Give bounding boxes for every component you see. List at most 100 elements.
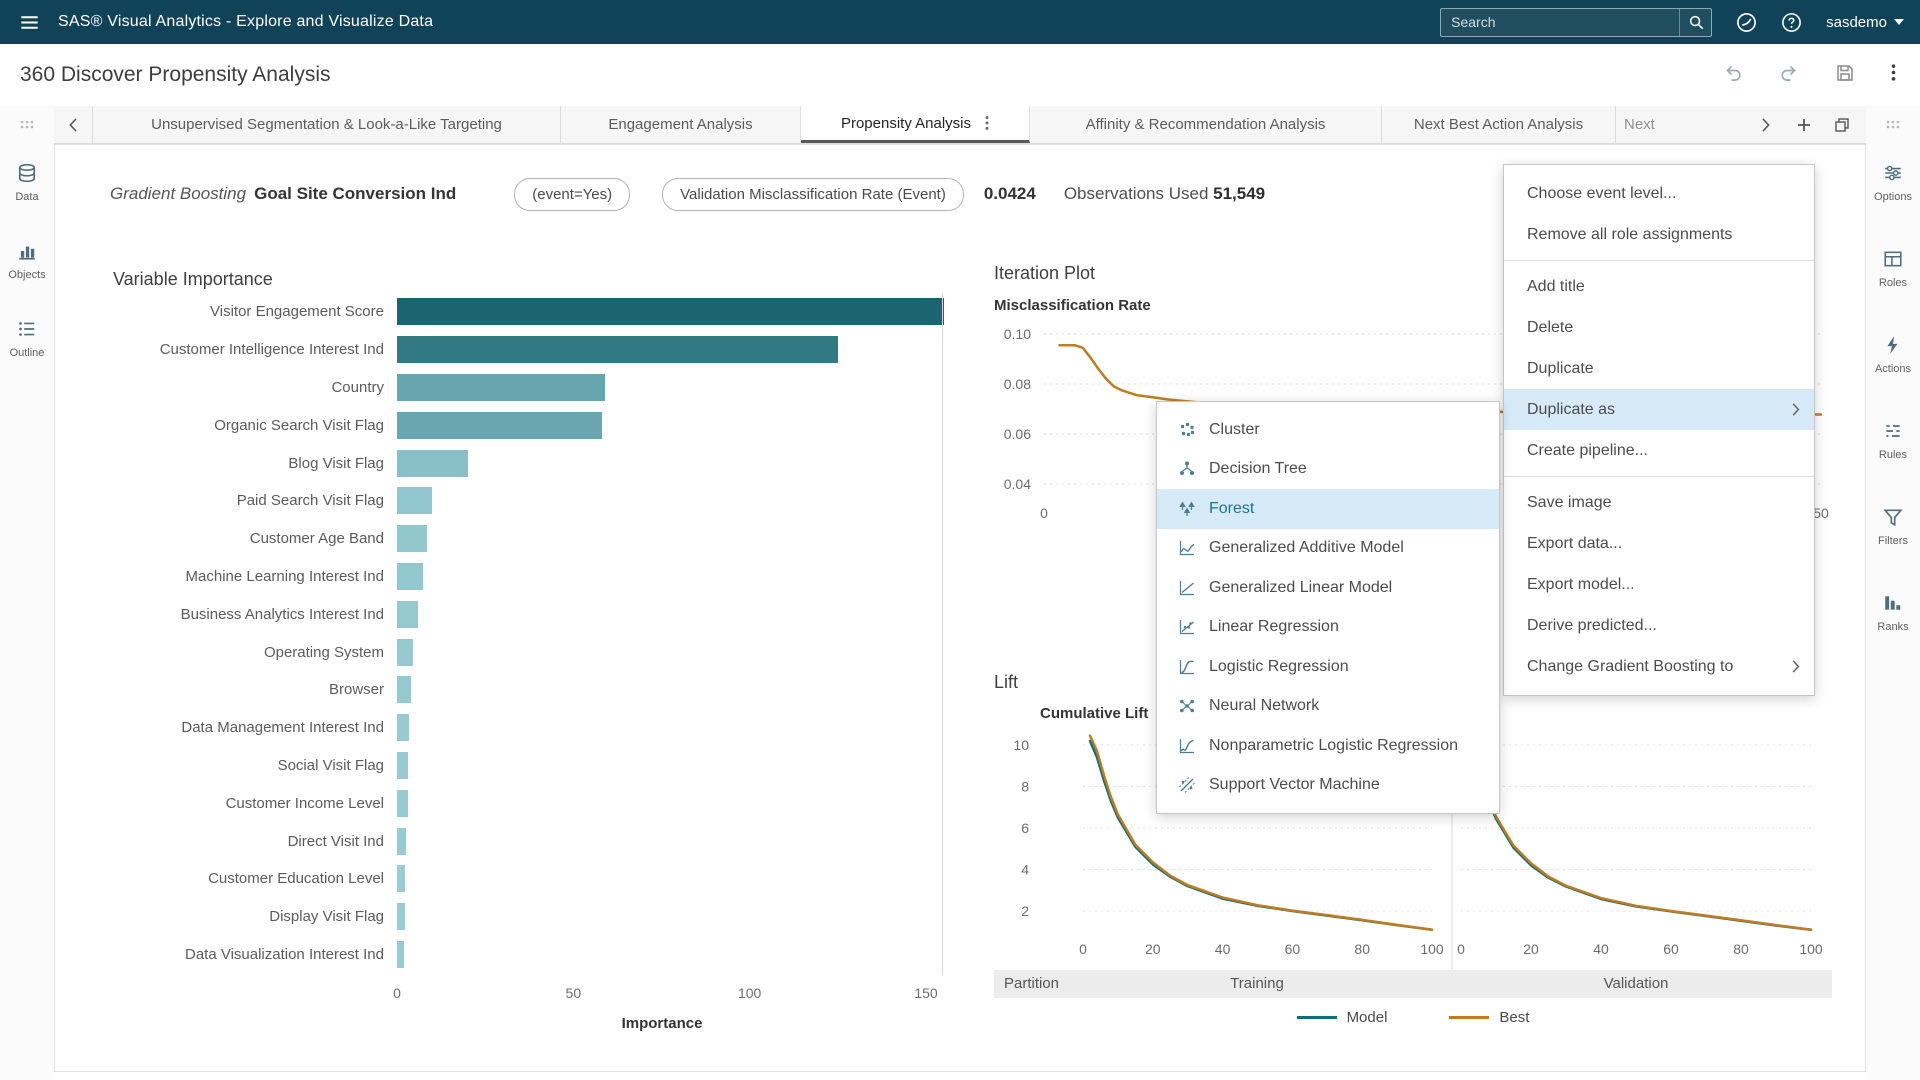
- vi-bar[interactable]: [397, 298, 944, 325]
- tab-affinity-recommendation-analysis[interactable]: Affinity & Recommendation Analysis: [1030, 106, 1382, 143]
- plus-icon: [1796, 117, 1812, 133]
- rail-item-label: Objects: [8, 269, 45, 281]
- iteration-plot-y-label: Misclassification Rate: [994, 297, 1151, 314]
- menu-item-change-gradient-boosting-to[interactable]: Change Gradient Boosting to: [1504, 646, 1814, 687]
- rail-item-data[interactable]: Data: [8, 163, 45, 203]
- rail-item-roles[interactable]: Roles: [1874, 249, 1912, 289]
- vi-bar[interactable]: [397, 412, 602, 439]
- decision-tree-icon: [1178, 460, 1196, 478]
- left-rail-items: Data Objects Outline: [8, 163, 45, 397]
- undo-button[interactable]: [1723, 63, 1743, 88]
- vi-chart-title: Variable Importance: [113, 269, 273, 290]
- vi-x-tick: 150: [914, 985, 937, 1001]
- more-options-button[interactable]: [1891, 63, 1896, 87]
- vi-bar-row: Operating System: [123, 633, 953, 671]
- tab-next[interactable]: Next: [1616, 106, 1706, 143]
- menu-item-choose-event-level[interactable]: Choose event level...: [1504, 173, 1814, 214]
- vi-bar[interactable]: [397, 752, 408, 779]
- menu-item-save-image[interactable]: Save image: [1504, 482, 1814, 523]
- application-menu-button[interactable]: [0, 0, 58, 44]
- submenu-item-linear-regression[interactable]: Linear Regression: [1157, 608, 1499, 648]
- vi-bar[interactable]: [397, 828, 406, 855]
- tab-propensity-analysis[interactable]: Propensity Analysis: [801, 106, 1030, 143]
- vi-bar-label: Operating System: [123, 644, 397, 661]
- submenu-item-forest[interactable]: Forest: [1157, 489, 1499, 529]
- submenu-item-logistic-regression[interactable]: Logistic Regression: [1157, 647, 1499, 687]
- vi-bar[interactable]: [397, 374, 605, 401]
- username: sasdemo: [1826, 14, 1887, 31]
- user-menu[interactable]: sasdemo: [1826, 14, 1904, 31]
- menu-item-create-pipeline[interactable]: Create pipeline...: [1504, 430, 1814, 471]
- model-type-label: Gradient Boosting: [110, 184, 246, 204]
- right-rail-items: Options Roles Actions Rules Filters Ranks: [1874, 163, 1912, 679]
- tab-next-best-action-analysis[interactable]: Next Best Action Analysis: [1382, 106, 1616, 143]
- submenu-item-generalized-additive-model[interactable]: Generalized Additive Model: [1157, 529, 1499, 569]
- tabs-scroll-left-button[interactable]: [54, 106, 92, 143]
- vi-bar[interactable]: [397, 487, 432, 514]
- tab-menu-icon[interactable]: [985, 115, 989, 131]
- objects-icon: [17, 241, 37, 261]
- submenu-item-neural-network[interactable]: Neural Network: [1157, 687, 1499, 727]
- submenu-item-label: Decision Tree: [1209, 460, 1485, 478]
- rail-item-rules[interactable]: Rules: [1874, 421, 1912, 461]
- rail-item-options[interactable]: Options: [1874, 163, 1912, 203]
- search-button[interactable]: [1679, 9, 1711, 36]
- svm-icon: [1178, 776, 1196, 794]
- menu-item-derive-predicted[interactable]: Derive predicted...: [1504, 605, 1814, 646]
- rail-item-label: Data: [8, 191, 45, 203]
- sas-home-button[interactable]: [1736, 12, 1757, 33]
- vi-x-tick: 0: [393, 985, 401, 1001]
- ranks-icon: [1883, 593, 1903, 613]
- model-header: Gradient Boosting Goal Site Conversion I…: [110, 175, 1265, 213]
- menu-item-label: Save image: [1527, 494, 1800, 512]
- duplicate-page-button[interactable]: [1828, 111, 1856, 139]
- vi-bar[interactable]: [397, 790, 408, 817]
- event-level-pill[interactable]: (event=Yes): [514, 178, 630, 211]
- vi-bar[interactable]: [397, 563, 423, 590]
- submenu-item-label: Forest: [1209, 500, 1485, 518]
- rail-item-objects[interactable]: Objects: [8, 241, 45, 281]
- rail-item-ranks[interactable]: Ranks: [1874, 593, 1912, 633]
- save-button[interactable]: [1835, 63, 1855, 88]
- rail-item-filters[interactable]: Filters: [1874, 507, 1912, 547]
- menu-item-duplicate-as[interactable]: Duplicate as: [1504, 389, 1814, 430]
- vi-bar[interactable]: [397, 941, 404, 968]
- vi-bar[interactable]: [397, 336, 838, 363]
- assessment-metric-pill[interactable]: Validation Misclassification Rate (Event…: [662, 178, 964, 211]
- vi-bar-row: Paid Search Visit Flag: [123, 482, 953, 520]
- menu-item-remove-all-role-assignments[interactable]: Remove all role assignments: [1504, 214, 1814, 255]
- observations-value: 51,549: [1213, 184, 1265, 203]
- vi-bar[interactable]: [397, 450, 468, 477]
- vi-bar[interactable]: [397, 903, 405, 930]
- vi-bar[interactable]: [397, 714, 409, 741]
- submenu-item-cluster[interactable]: Cluster: [1157, 410, 1499, 450]
- vi-bar[interactable]: [397, 676, 411, 703]
- lift-x-tick: 60: [1663, 941, 1679, 957]
- lift-x-tick: 0: [1079, 941, 1087, 957]
- search-input[interactable]: [1441, 14, 1679, 30]
- save-icon: [1835, 63, 1855, 83]
- menu-item-duplicate[interactable]: Duplicate: [1504, 348, 1814, 389]
- vi-bar[interactable]: [397, 865, 405, 892]
- help-button[interactable]: [1781, 12, 1802, 33]
- menu-item-add-title[interactable]: Add title: [1504, 266, 1814, 307]
- redo-button[interactable]: [1779, 63, 1799, 88]
- add-page-button[interactable]: [1790, 111, 1818, 139]
- rail-item-outline[interactable]: Outline: [8, 319, 45, 359]
- submenu-item-support-vector-machine[interactable]: Support Vector Machine: [1157, 766, 1499, 806]
- menu-item-delete[interactable]: Delete: [1504, 307, 1814, 348]
- tabs-scroll-right-button[interactable]: [1752, 111, 1780, 139]
- submenu-item-decision-tree[interactable]: Decision Tree: [1157, 450, 1499, 490]
- vi-bar[interactable]: [397, 601, 418, 628]
- iteration-x-tick: 0: [1040, 505, 1048, 521]
- submenu-item-nonparametric-logistic-regression[interactable]: Nonparametric Logistic Regression: [1157, 726, 1499, 766]
- menu-item-export-data[interactable]: Export data...: [1504, 523, 1814, 564]
- tab-engagement-analysis[interactable]: Engagement Analysis: [561, 106, 801, 143]
- vi-bar[interactable]: [397, 639, 413, 666]
- tab-unsupervised-segmentation-look-a-like-targeting[interactable]: Unsupervised Segmentation & Look-a-Like …: [92, 106, 561, 143]
- menu-item-export-model[interactable]: Export model...: [1504, 564, 1814, 605]
- rail-item-actions[interactable]: Actions: [1874, 335, 1912, 375]
- vi-bar[interactable]: [397, 525, 427, 552]
- iteration-y-tick: 0.10: [1004, 326, 1031, 342]
- submenu-item-generalized-linear-model[interactable]: Generalized Linear Model: [1157, 568, 1499, 608]
